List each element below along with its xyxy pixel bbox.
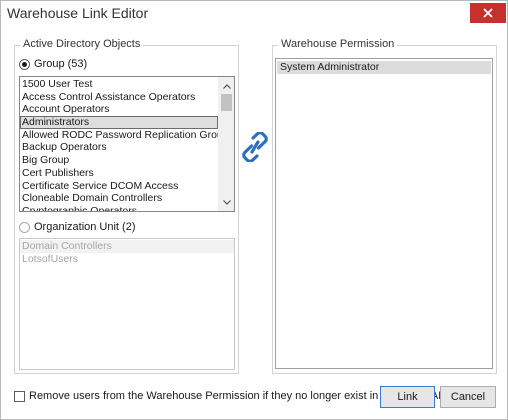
list-item[interactable]: LotsofUsers	[20, 253, 234, 266]
title-bar: Warehouse Link Editor	[1, 1, 507, 27]
close-button[interactable]	[470, 3, 506, 23]
warehouse-link-editor-window: Warehouse Link Editor Active Directory O…	[0, 0, 508, 420]
ou-listbox[interactable]: Domain Controllers LotsofUsers	[19, 238, 235, 370]
link-chain-icon[interactable]	[242, 132, 268, 162]
list-item[interactable]: Cloneable Domain Controllers	[20, 192, 218, 205]
list-item[interactable]: Allowed RODC Password Replication Group	[20, 129, 218, 142]
list-item[interactable]: Cert Publishers	[20, 167, 218, 180]
group-listbox[interactable]: 1500 User Test Access Control Assistance …	[19, 76, 235, 212]
permission-listbox[interactable]: System Administrator	[275, 58, 493, 369]
group-list-items: 1500 User Test Access Control Assistance …	[20, 77, 218, 211]
ad-objects-legend: Active Directory Objects	[20, 38, 144, 50]
list-item[interactable]: Administrators	[20, 116, 218, 129]
group-list-scrollbar[interactable]	[218, 77, 234, 211]
list-item[interactable]: System Administrator	[277, 61, 491, 74]
ou-radio-indicator[interactable]	[19, 221, 30, 233]
group-radio-indicator[interactable]	[19, 58, 30, 70]
scroll-thumb[interactable]	[221, 94, 232, 111]
list-item[interactable]: Big Group	[20, 154, 218, 167]
window-title: Warehouse Link Editor	[7, 5, 149, 21]
list-item[interactable]: Access Control Assistance Operators	[20, 91, 218, 104]
ou-radio-label: Organization Unit (2)	[34, 221, 136, 233]
scroll-up-button[interactable]	[219, 78, 234, 94]
warehouse-permission-legend: Warehouse Permission	[278, 38, 398, 50]
list-item[interactable]: Backup Operators	[20, 141, 218, 154]
list-item[interactable]: Cryptographic Operators	[20, 205, 218, 211]
link-button[interactable]: Link	[380, 386, 435, 408]
group-radio[interactable]: Group (53)	[19, 58, 87, 70]
ou-list-items: Domain Controllers LotsofUsers	[20, 239, 234, 369]
list-item[interactable]: Domain Controllers	[20, 240, 234, 253]
cancel-button[interactable]: Cancel	[440, 386, 496, 408]
scroll-down-button[interactable]	[219, 194, 234, 210]
list-item[interactable]: Account Operators	[20, 103, 218, 116]
chevron-up-icon	[222, 83, 231, 89]
list-item[interactable]: Certificate Service DCOM Access	[20, 180, 218, 193]
close-icon	[483, 8, 493, 18]
ou-radio[interactable]: Organization Unit (2)	[19, 221, 136, 233]
chevron-down-icon	[222, 199, 231, 205]
list-item[interactable]: 1500 User Test	[20, 78, 218, 91]
group-radio-label: Group (53)	[34, 58, 88, 70]
remove-users-checkbox[interactable]	[14, 390, 25, 402]
